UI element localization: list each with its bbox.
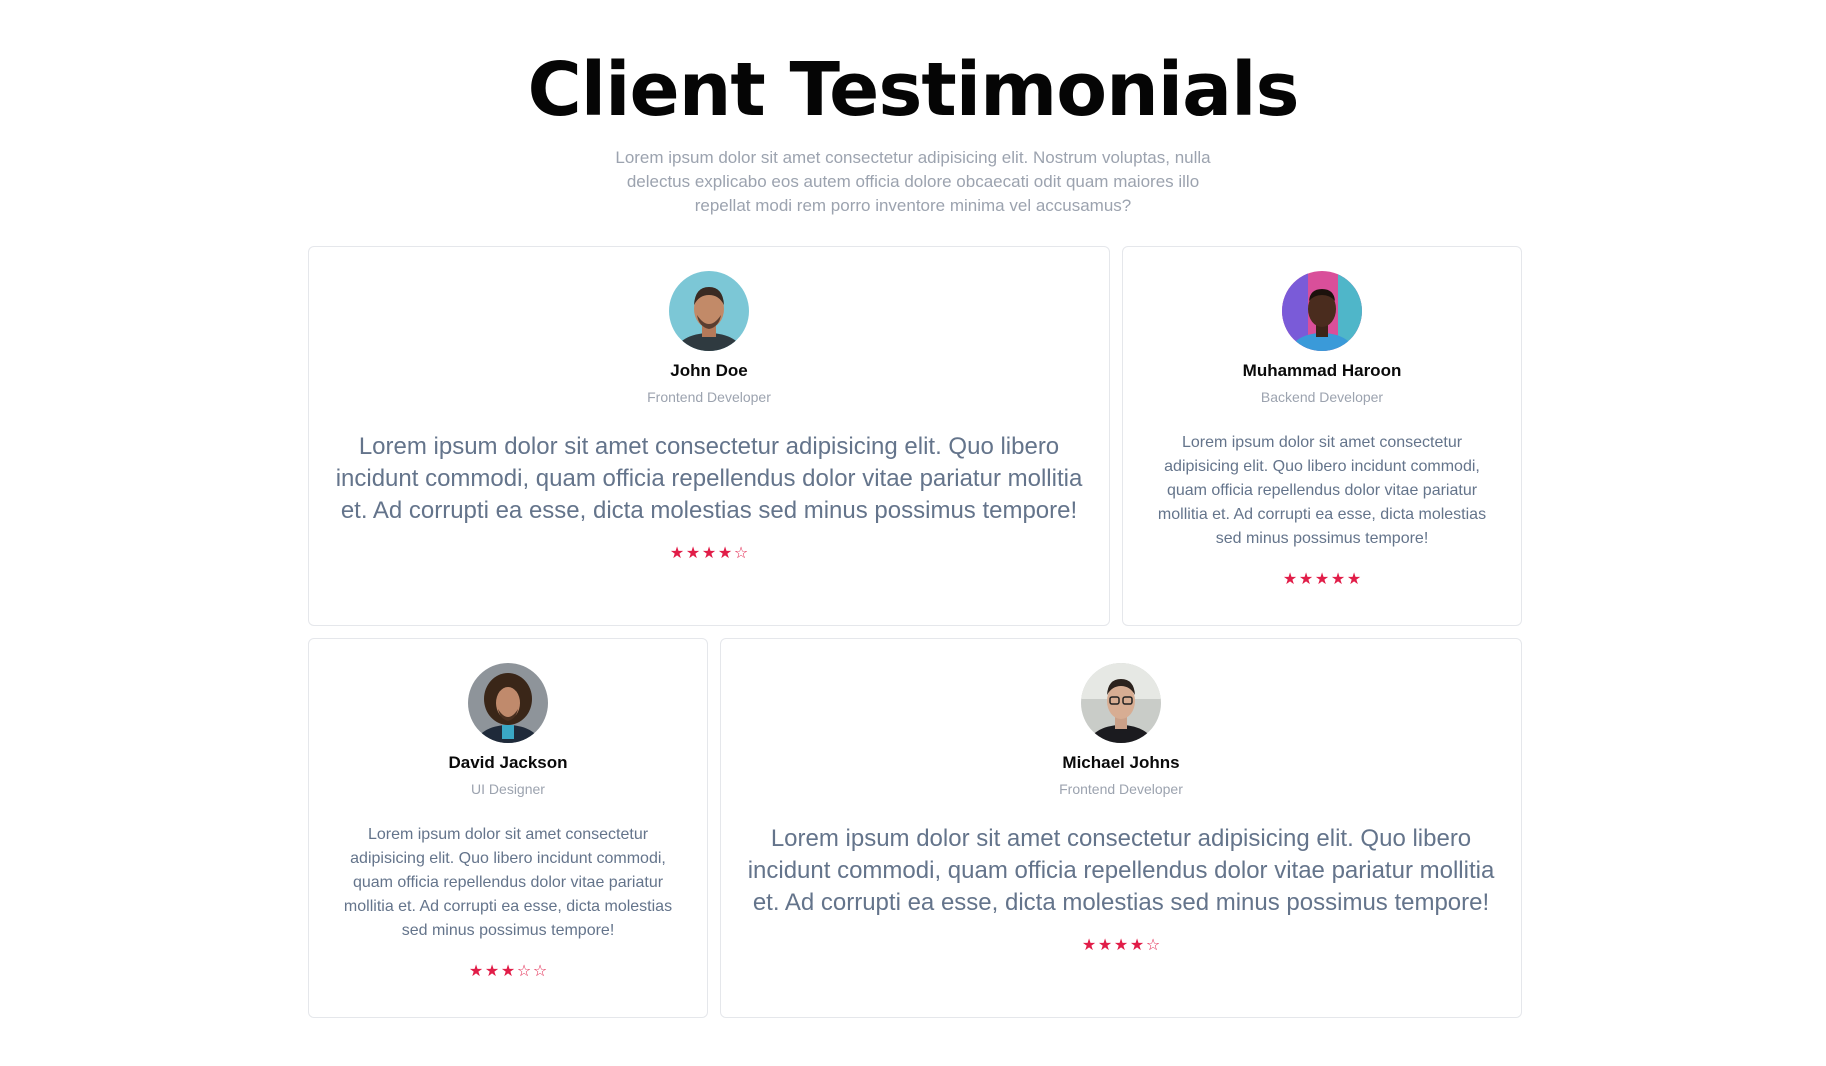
testimonial-quote: Lorem ipsum dolor sit amet consectetur a… <box>343 826 673 939</box>
testimonial-quote: Lorem ipsum dolor sit amet consectetur a… <box>335 433 1083 524</box>
testimonial-card: Muhammad Haroon Backend Developer Lorem … <box>1122 246 1522 626</box>
star-filled-icon: ★ <box>685 545 701 562</box>
testimonial-role: Frontend Developer <box>647 389 771 405</box>
star-filled-icon: ★ <box>500 963 516 980</box>
star-empty-icon: ☆ <box>1145 937 1161 954</box>
testimonial-role: Frontend Developer <box>1059 781 1183 797</box>
star-filled-icon: ★ <box>468 963 484 980</box>
testimonial-name: John Doe <box>670 361 748 380</box>
star-rating: ★ ★ ★ ★ ★ <box>1283 571 1362 589</box>
testimonial-role: UI Designer <box>471 781 545 797</box>
star-filled-icon: ★ <box>1346 571 1362 588</box>
testimonials-row-2: David Jackson UI Designer Lorem ipsum do… <box>308 638 1522 1018</box>
star-empty-icon: ☆ <box>733 545 749 562</box>
testimonial-role: Backend Developer <box>1260 389 1384 405</box>
avatar <box>669 271 749 351</box>
testimonials-page: Client Testimonials Lorem ipsum dolor si… <box>0 0 1826 1066</box>
avatar <box>1081 663 1161 743</box>
star-filled-icon: ★ <box>1097 937 1113 954</box>
star-rating: ★ ★ ★ ★ ☆ <box>670 545 749 563</box>
star-empty-icon: ☆ <box>516 963 532 980</box>
star-filled-icon: ★ <box>1282 571 1298 588</box>
testimonials-grid: John Doe Frontend Developer Lorem ipsum … <box>308 246 1522 1030</box>
star-empty-icon: ☆ <box>532 963 548 980</box>
page-subtitle: Lorem ipsum dolor sit amet consectetur a… <box>615 148 1211 215</box>
testimonial-quote: Lorem ipsum dolor sit amet consectetur a… <box>1157 434 1487 547</box>
star-filled-icon: ★ <box>669 545 685 562</box>
star-filled-icon: ★ <box>1298 571 1314 588</box>
star-filled-icon: ★ <box>717 545 733 562</box>
avatar <box>1282 271 1362 351</box>
section-header: Client Testimonials Lorem ipsum dolor si… <box>0 46 1826 218</box>
testimonial-name: Muhammad Haroon <box>1242 361 1402 380</box>
star-filled-icon: ★ <box>1129 937 1145 954</box>
testimonial-name: Michael Johns <box>1062 753 1180 772</box>
avatar <box>468 663 548 743</box>
testimonial-card: David Jackson UI Designer Lorem ipsum do… <box>308 638 708 1018</box>
star-filled-icon: ★ <box>484 963 500 980</box>
testimonial-card: John Doe Frontend Developer Lorem ipsum … <box>308 246 1110 626</box>
star-filled-icon: ★ <box>701 545 717 562</box>
page-title: Client Testimonials <box>527 47 1299 133</box>
star-filled-icon: ★ <box>1330 571 1346 588</box>
star-rating: ★ ★ ★ ★ ☆ <box>1082 937 1161 955</box>
testimonial-name: David Jackson <box>448 753 568 772</box>
star-filled-icon: ★ <box>1314 571 1330 588</box>
star-filled-icon: ★ <box>1081 937 1097 954</box>
testimonial-card: Michael Johns Frontend Developer Lorem i… <box>720 638 1522 1018</box>
star-rating: ★ ★ ★ ☆ ☆ <box>469 963 548 981</box>
testimonials-row-1: John Doe Frontend Developer Lorem ipsum … <box>308 246 1522 626</box>
star-filled-icon: ★ <box>1113 937 1129 954</box>
testimonial-quote: Lorem ipsum dolor sit amet consectetur a… <box>747 825 1495 916</box>
